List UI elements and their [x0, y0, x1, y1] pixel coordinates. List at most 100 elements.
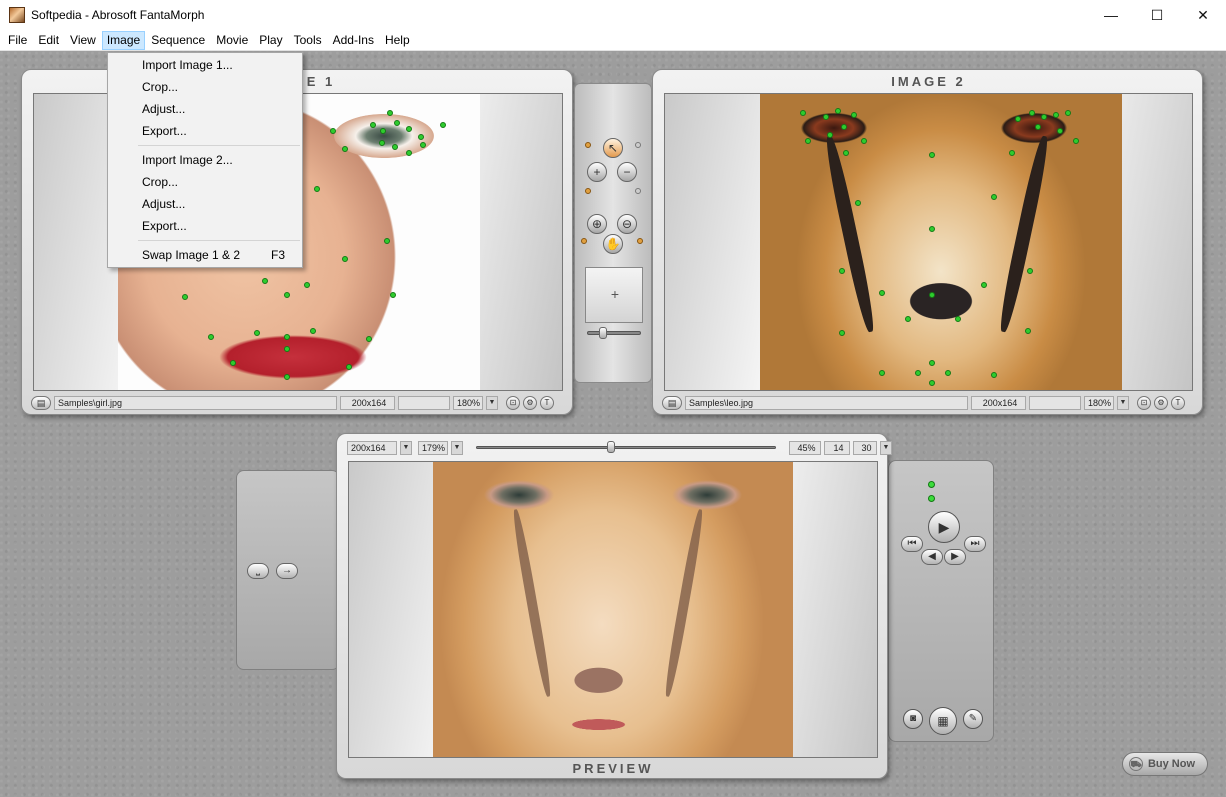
control-point[interactable]: [929, 360, 935, 366]
control-point[interactable]: [284, 346, 290, 352]
control-point[interactable]: [843, 150, 849, 156]
text-icon[interactable]: T: [1171, 396, 1185, 410]
control-point[interactable]: [1015, 116, 1021, 122]
morph-slider-track[interactable]: [476, 446, 776, 449]
control-point[interactable]: [1073, 138, 1079, 144]
control-point[interactable]: [1053, 112, 1059, 118]
control-point[interactable]: [835, 108, 841, 114]
snapshot-icon[interactable]: ◙: [903, 709, 923, 729]
control-point[interactable]: [879, 290, 885, 296]
chevron-down-icon[interactable]: ▼: [400, 441, 412, 455]
control-point[interactable]: [929, 292, 935, 298]
control-point[interactable]: [390, 292, 396, 298]
control-point[interactable]: [915, 370, 921, 376]
next-frame-icon[interactable]: ▶: [944, 549, 966, 565]
control-point[interactable]: [955, 316, 961, 322]
control-point[interactable]: [262, 278, 268, 284]
control-point[interactable]: [855, 200, 861, 206]
control-point[interactable]: [387, 110, 393, 116]
control-point[interactable]: [284, 292, 290, 298]
zoom-out-icon[interactable]: ⊖: [617, 214, 637, 234]
menu-import-image-2[interactable]: Import Image 2...: [142, 153, 233, 167]
select-tool-icon[interactable]: ↖: [603, 138, 623, 158]
hand-tool-icon[interactable]: ✋: [603, 234, 623, 254]
menu-edit[interactable]: Edit: [33, 31, 64, 50]
settings-icon[interactable]: ⚙: [1154, 396, 1168, 410]
control-point[interactable]: [827, 132, 833, 138]
menu-view[interactable]: View: [65, 31, 101, 50]
control-point[interactable]: [861, 138, 867, 144]
buy-now-button[interactable]: ⛟ Buy Now: [1122, 752, 1208, 776]
control-point[interactable]: [929, 380, 935, 386]
control-point[interactable]: [1035, 124, 1041, 130]
add-point-icon[interactable]: +: [587, 162, 607, 182]
zoom-in-icon[interactable]: ⊕: [587, 214, 607, 234]
control-point[interactable]: [310, 328, 316, 334]
control-point[interactable]: [366, 336, 372, 342]
play-icon[interactable]: ▶: [928, 511, 960, 543]
close-button[interactable]: ✕: [1180, 0, 1226, 30]
control-point[interactable]: [208, 334, 214, 340]
control-point[interactable]: [1027, 268, 1033, 274]
control-point[interactable]: [823, 114, 829, 120]
control-point[interactable]: [879, 370, 885, 376]
control-point[interactable]: [420, 142, 426, 148]
control-point[interactable]: [839, 330, 845, 336]
control-point[interactable]: [406, 150, 412, 156]
image2-zoom[interactable]: 180%: [1084, 396, 1114, 410]
control-point[interactable]: [418, 134, 424, 140]
control-point[interactable]: [1029, 110, 1035, 116]
image1-open-icon[interactable]: ▤: [31, 396, 51, 410]
share-icon[interactable]: ✎: [963, 709, 983, 729]
control-point[interactable]: [284, 334, 290, 340]
forward-arrow-icon[interactable]: →: [276, 563, 298, 579]
text-icon[interactable]: T: [540, 396, 554, 410]
control-point[interactable]: [384, 238, 390, 244]
menu-image[interactable]: Image: [101, 30, 146, 50]
fit-icon[interactable]: ⊡: [506, 396, 520, 410]
control-point[interactable]: [394, 120, 400, 126]
control-point[interactable]: [981, 282, 987, 288]
control-point[interactable]: [304, 282, 310, 288]
fit-icon[interactable]: ⊡: [1137, 396, 1151, 410]
control-point[interactable]: [330, 128, 336, 134]
control-point[interactable]: [342, 146, 348, 152]
chevron-down-icon[interactable]: ▼: [880, 441, 892, 455]
settings-icon[interactable]: ⚙: [523, 396, 537, 410]
control-point[interactable]: [1041, 114, 1047, 120]
control-point[interactable]: [182, 294, 188, 300]
control-point[interactable]: [392, 144, 398, 150]
menu-tools[interactable]: Tools: [289, 31, 327, 50]
control-point[interactable]: [929, 226, 935, 232]
menu-export-1[interactable]: Export...: [142, 124, 187, 138]
first-frame-icon[interactable]: ⏮: [901, 536, 923, 552]
control-point[interactable]: [370, 122, 376, 128]
export-movie-icon[interactable]: ▦: [929, 707, 957, 735]
preview-zoom[interactable]: 179%: [418, 441, 448, 455]
control-point[interactable]: [800, 110, 806, 116]
menu-adjust-1[interactable]: Adjust...: [142, 102, 185, 116]
image2-open-icon[interactable]: ▤: [662, 396, 682, 410]
control-point[interactable]: [284, 374, 290, 380]
chevron-down-icon[interactable]: ▼: [451, 441, 463, 455]
last-frame-icon[interactable]: ⏭: [964, 536, 986, 552]
control-point[interactable]: [805, 138, 811, 144]
control-point[interactable]: [379, 140, 385, 146]
control-point[interactable]: [1009, 150, 1015, 156]
control-point[interactable]: [991, 372, 997, 378]
control-point[interactable]: [440, 122, 446, 128]
prev-frame-icon[interactable]: ◀: [921, 549, 943, 565]
menu-movie[interactable]: Movie: [211, 31, 253, 50]
menu-export-2[interactable]: Export...: [142, 219, 187, 233]
chevron-down-icon[interactable]: ▼: [486, 396, 498, 410]
control-point[interactable]: [841, 124, 847, 130]
control-point[interactable]: [851, 112, 857, 118]
control-point[interactable]: [230, 360, 236, 366]
control-point[interactable]: [945, 370, 951, 376]
minimize-button[interactable]: —: [1088, 0, 1134, 30]
menu-swap-images[interactable]: Swap Image 1 & 2: [142, 248, 240, 262]
morph-slider[interactable]: [476, 441, 786, 455]
menu-sequence[interactable]: Sequence: [146, 31, 210, 50]
menu-help[interactable]: Help: [380, 31, 415, 50]
menu-add-ins[interactable]: Add-Ins: [328, 31, 379, 50]
